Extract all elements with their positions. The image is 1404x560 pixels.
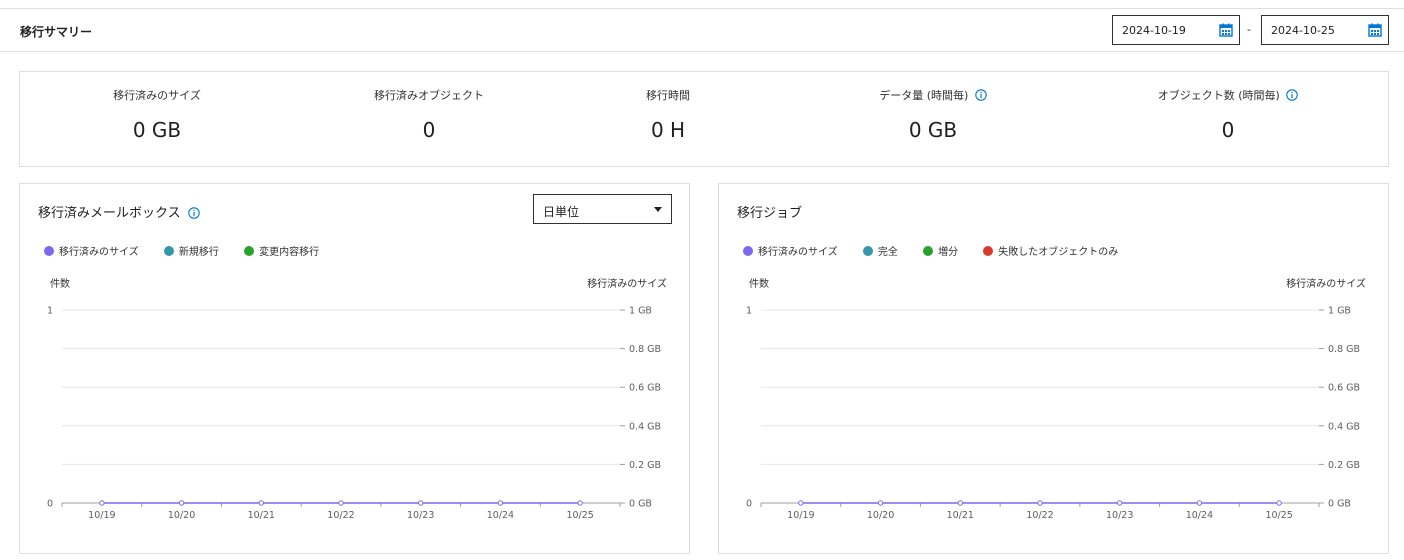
- stat-label: 移行時間: [646, 89, 690, 102]
- data-point: [99, 500, 105, 506]
- mailbox-panel: 移行済みメールボックス 日単位 移行済みのサイズ 新規移行 変更内容移行 件数 …: [19, 183, 690, 554]
- x-tick-label: 10/19: [787, 510, 814, 521]
- start-date-value: 2024-10-19: [1122, 24, 1186, 37]
- stat-value: 0 H: [650, 118, 686, 142]
- x-tick-label: 10/24: [1186, 510, 1213, 521]
- y-left-tick-label: 0: [746, 499, 752, 510]
- stat-migration-time: 移行時間 0 H: [531, 72, 805, 166]
- y-right-tick-label: 0.4 GB: [629, 421, 661, 432]
- y-right-tick-label: 0.2 GB: [1328, 460, 1360, 471]
- y-right-tick-label: 0.8 GB: [629, 344, 661, 355]
- stat-migrated-objects: 移行済みオブジェクト 0: [292, 72, 566, 166]
- info-icon[interactable]: [975, 89, 987, 101]
- stat-label: オブジェクト数 (時間毎): [1157, 89, 1280, 102]
- y-left-tick-label: 1: [746, 306, 752, 317]
- data-point: [798, 500, 804, 506]
- y-left-tick-label: 0: [47, 499, 53, 510]
- y-right-tick-label: 1 GB: [1328, 306, 1351, 317]
- x-tick-label: 10/25: [1265, 510, 1292, 521]
- x-tick-label: 10/23: [1106, 510, 1133, 521]
- x-tick-label: 10/23: [407, 510, 434, 521]
- y-right-tick-label: 0.6 GB: [1328, 383, 1360, 394]
- data-point: [1037, 500, 1043, 506]
- data-point: [877, 500, 884, 506]
- data-point: [418, 500, 424, 506]
- y-right-tick-label: 0.4 GB: [1328, 421, 1360, 432]
- start-date-input[interactable]: 2024-10-19: [1112, 15, 1240, 45]
- stat-value: 0: [422, 118, 436, 142]
- stat-value: 0: [1221, 118, 1235, 142]
- x-tick-label: 10/24: [487, 510, 514, 521]
- x-tick-label: 10/25: [566, 510, 593, 521]
- date-range-separator: -: [1247, 23, 1251, 36]
- stat-data-per-hour: データ量 (時間毎) 0 GB: [796, 72, 1070, 166]
- x-tick-label: 10/19: [88, 510, 115, 521]
- jobs-line-chart: 0 GB 0.2 GB 0.4 GB 0.6 GB 0.8 GB 1 GB 0 1 10/19 1…: [746, 306, 1360, 522]
- y-right-tick-label: 0.6 GB: [629, 383, 661, 394]
- x-tick-label: 10/21: [947, 510, 974, 521]
- stat-label: 移行済みオブジェクト: [374, 89, 484, 102]
- data-point: [1276, 500, 1282, 506]
- calendar-icon[interactable]: [1219, 23, 1233, 37]
- data-point: [258, 500, 264, 506]
- data-point: [178, 500, 185, 506]
- end-date-input[interactable]: 2024-10-25: [1261, 15, 1389, 45]
- data-point: [577, 500, 583, 506]
- y-right-tick-label: 0.2 GB: [629, 460, 661, 471]
- y-right-tick-label: 0 GB: [629, 499, 652, 510]
- stat-label: データ量 (時間毎): [879, 89, 969, 102]
- stat-value: 0 GB: [132, 118, 182, 142]
- stat-label: 移行済みのサイズ: [113, 89, 201, 102]
- y-right-tick-label: 0.8 GB: [1328, 344, 1360, 355]
- y-right-tick-label: 1 GB: [629, 306, 652, 317]
- data-point: [957, 500, 963, 506]
- data-point: [1117, 500, 1123, 506]
- stat-value: 0 GB: [908, 118, 958, 142]
- y-right-tick-label: 0 GB: [1328, 499, 1351, 510]
- y-left-tick-label: 1: [47, 306, 53, 317]
- x-tick-label: 10/20: [867, 510, 894, 521]
- data-point: [497, 500, 504, 506]
- x-tick-label: 10/20: [168, 510, 195, 521]
- x-tick-label: 10/22: [327, 510, 354, 521]
- summary-header: 移行サマリー 2024-10-19 - 2024-10-25: [0, 8, 1404, 52]
- data-point: [338, 500, 344, 506]
- stat-objects-per-hour: オブジェクト数 (時間毎) 0: [1091, 72, 1365, 166]
- x-tick-label: 10/22: [1026, 510, 1053, 521]
- end-date-value: 2024-10-25: [1271, 24, 1335, 37]
- page-title: 移行サマリー: [20, 25, 93, 39]
- stat-migrated-size: 移行済みのサイズ 0 GB: [20, 72, 294, 166]
- calendar-icon[interactable]: [1368, 23, 1382, 37]
- x-tick-label: 10/21: [248, 510, 275, 521]
- mailbox-line-chart: 0 GB 0.2 GB 0.4 GB 0.6 GB 0.8 GB 1 GB 0 1 10/19 1…: [47, 306, 661, 522]
- info-icon[interactable]: [1286, 89, 1299, 101]
- summary-stats: 移行済みのサイズ 0 GB 移行済みオブジェクト 0 移行時間 0 H データ量…: [19, 71, 1389, 167]
- data-point: [1196, 500, 1203, 506]
- jobs-panel: 移行ジョブ 移行済みのサイズ 完全 増分 失敗したオブジェクトのみ 件数 移行済…: [718, 183, 1389, 554]
